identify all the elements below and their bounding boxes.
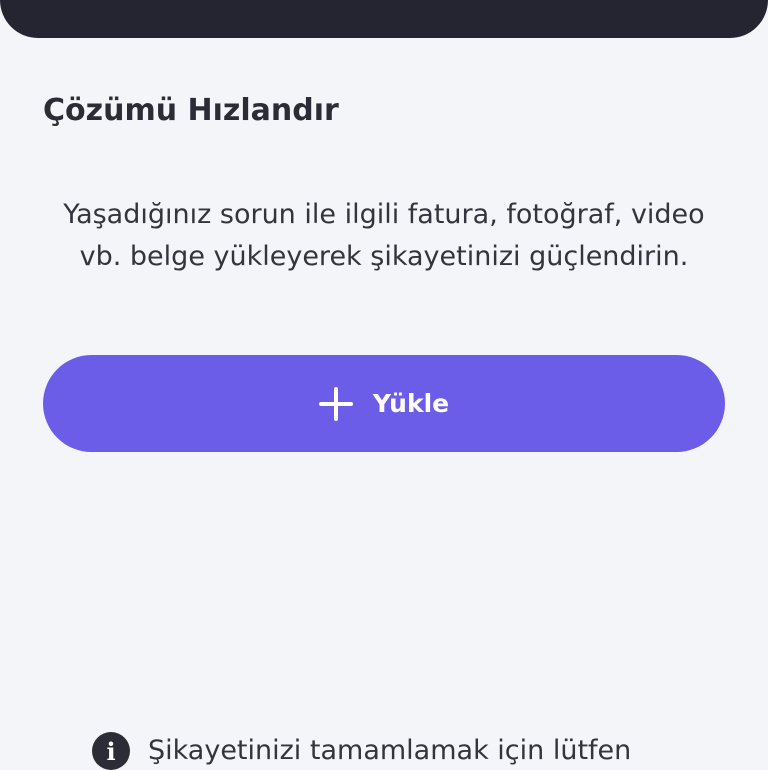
- notice-row: i Şikayetinizi tamamlamak için lütfen: [92, 732, 631, 770]
- section-title: Çözümü Hızlandır: [43, 93, 339, 128]
- section-description: Yaşadığınız sorun ile ilgili fatura, fot…: [63, 199, 705, 272]
- upload-button-label: Yükle: [372, 389, 450, 418]
- plus-icon: [318, 386, 353, 421]
- notice-text: Şikayetinizi tamamlamak için lütfen: [148, 735, 632, 766]
- top-card: [0, 0, 768, 38]
- info-icon: i: [92, 732, 130, 770]
- upload-button[interactable]: Yükle: [43, 355, 725, 452]
